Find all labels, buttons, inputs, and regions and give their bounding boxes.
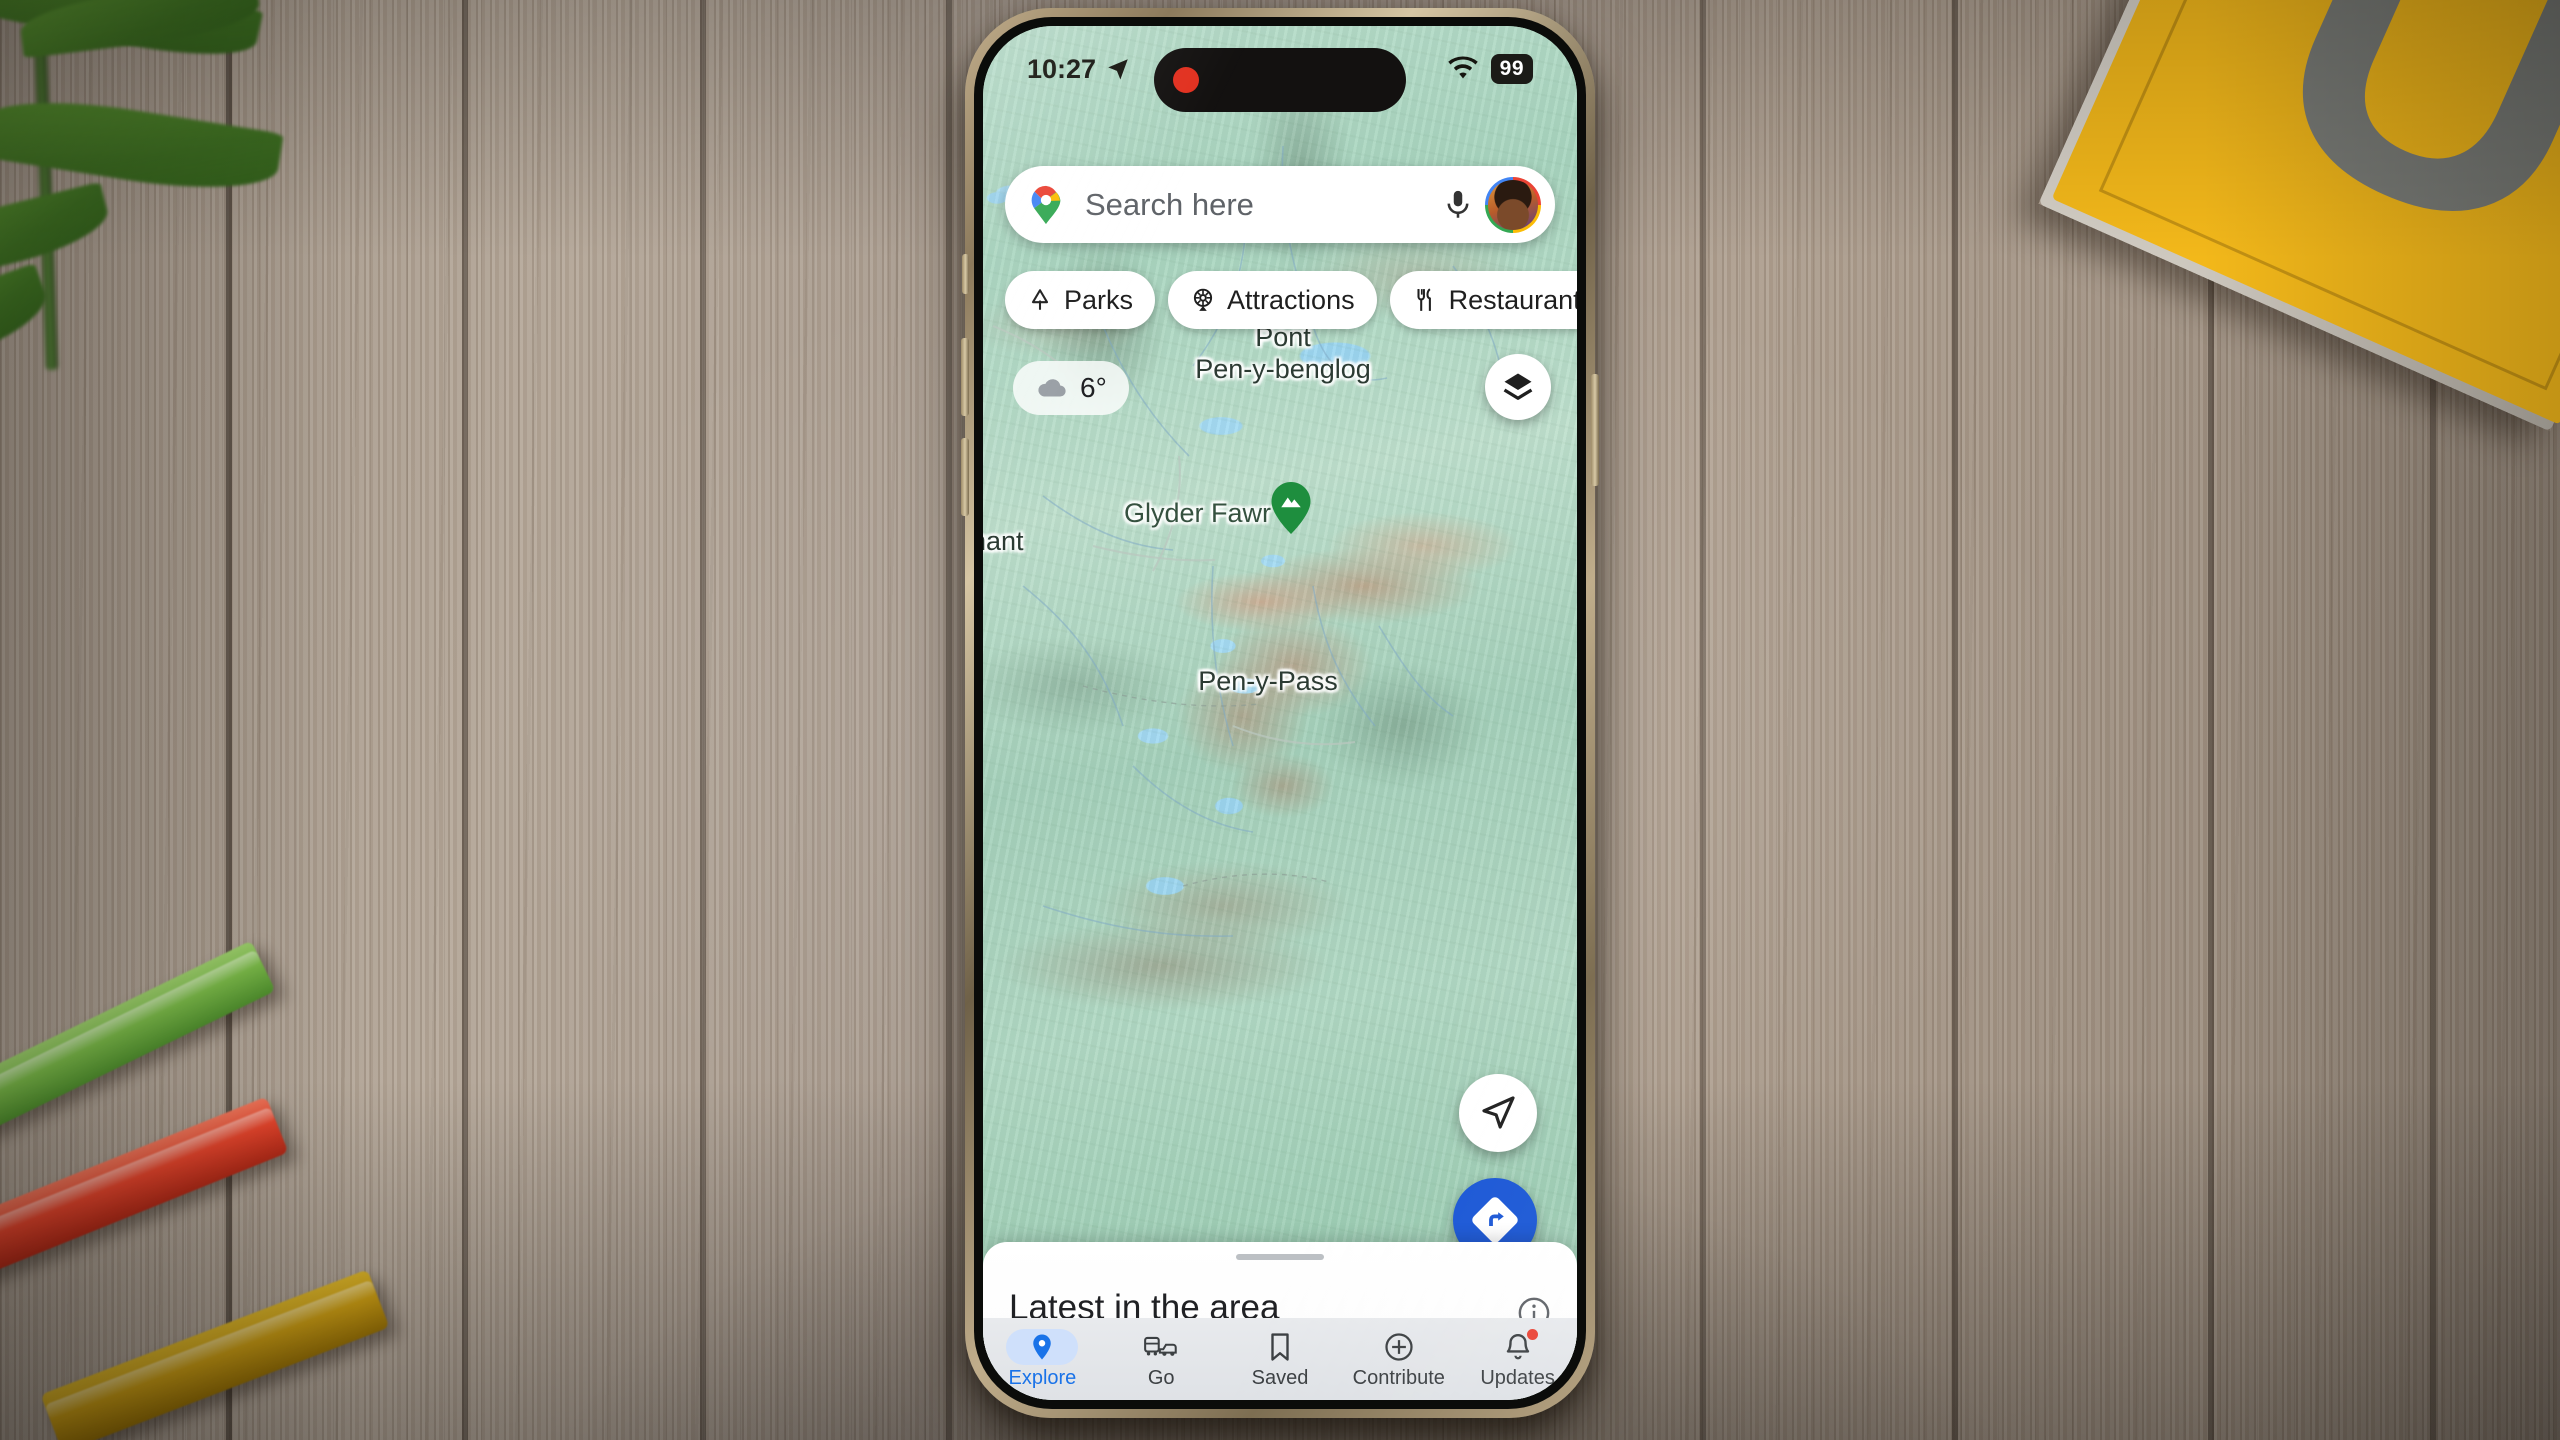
phone-bezel: A5 PontPen-y-benglog Glyder Fawr Pen-y-P…	[974, 17, 1586, 1409]
battery-indicator: 99	[1490, 54, 1533, 84]
microphone-icon[interactable]	[1441, 188, 1475, 222]
nav-icon-wrap	[1482, 1328, 1554, 1365]
nav-item-saved[interactable]: Saved	[1221, 1329, 1340, 1390]
plus-circle-icon	[1385, 1332, 1413, 1361]
volume-down-button[interactable]	[961, 438, 969, 516]
volume-up-button[interactable]	[961, 338, 969, 416]
chip-label: Parks	[1064, 284, 1134, 315]
avatar-image	[1488, 179, 1538, 230]
dynamic-island[interactable]	[1154, 48, 1406, 112]
updates-badge-dot	[1526, 1328, 1538, 1340]
nav-label: Updates	[1480, 1366, 1555, 1389]
chip-label: Restaurants	[1448, 284, 1577, 315]
wifi-icon	[1447, 56, 1478, 79]
google-maps-pin-icon	[1031, 185, 1061, 224]
status-clock: 10:27	[1027, 54, 1131, 85]
category-chips: Parks Attractions Restaurants	[1005, 271, 1577, 331]
nav-item-go[interactable]: Go	[1102, 1329, 1221, 1390]
nav-label: Contribute	[1352, 1366, 1445, 1389]
nav-icon-wrap	[1006, 1328, 1079, 1365]
map-pin-icon	[1033, 1334, 1052, 1359]
commute-icon	[1144, 1336, 1177, 1356]
nav-label: Explore	[1008, 1366, 1077, 1389]
nav-item-updates[interactable]: Updates	[1458, 1328, 1577, 1390]
weather-chip[interactable]: 6°	[1013, 361, 1129, 415]
weather-temperature: 6°	[1080, 372, 1107, 403]
nav-label: Go	[1147, 1366, 1175, 1389]
smartphone: A5 PontPen-y-benglog Glyder Fawr Pen-y-P…	[961, 8, 1599, 1418]
fork-knife-icon	[1417, 288, 1431, 311]
directions-turn-icon	[1472, 1197, 1518, 1243]
locate-me-button[interactable]	[1459, 1074, 1537, 1152]
chip-label: Attractions	[1227, 284, 1355, 315]
nav-icon-wrap	[1125, 1329, 1197, 1365]
ferris-wheel-icon	[1193, 288, 1213, 311]
park-tree-icon	[1031, 289, 1049, 310]
chip-attractions[interactable]: Attractions	[1168, 271, 1377, 329]
cloud-icon	[1038, 379, 1066, 397]
silence-switch[interactable]	[962, 254, 969, 294]
phone-screen: A5 PontPen-y-benglog Glyder Fawr Pen-y-P…	[983, 26, 1577, 1400]
sheet-drag-handle[interactable]	[1236, 1254, 1324, 1260]
clock-time: 10:27	[1027, 53, 1097, 84]
search-bar[interactable]: Search here	[1005, 166, 1555, 243]
navigation-arrow-icon	[1482, 1096, 1515, 1129]
nav-icon-wrap	[1363, 1329, 1435, 1365]
chip-parks[interactable]: Parks	[1005, 271, 1156, 329]
power-button[interactable]	[1591, 374, 1599, 486]
nav-icon-wrap	[1244, 1329, 1316, 1365]
bottom-navigation: Explore Go Saved Contribute Updates	[983, 1318, 1577, 1400]
nav-item-contribute[interactable]: Contribute	[1339, 1329, 1458, 1390]
chip-restaurants[interactable]: Restaurants	[1389, 271, 1577, 329]
layers-button[interactable]	[1485, 354, 1551, 420]
bookmark-icon	[1271, 1332, 1289, 1361]
nav-label: Saved	[1251, 1366, 1309, 1389]
status-indicators: 99	[1447, 54, 1533, 84]
search-input[interactable]: Search here	[1085, 187, 1441, 223]
recording-dot-icon	[1173, 67, 1199, 93]
glyder-fawr-peak-marker[interactable]	[1271, 482, 1311, 534]
avatar[interactable]	[1485, 176, 1541, 233]
nav-item-explore[interactable]: Explore	[983, 1328, 1102, 1390]
layers-icon	[1503, 373, 1533, 400]
location-arrow-icon	[1108, 59, 1128, 80]
